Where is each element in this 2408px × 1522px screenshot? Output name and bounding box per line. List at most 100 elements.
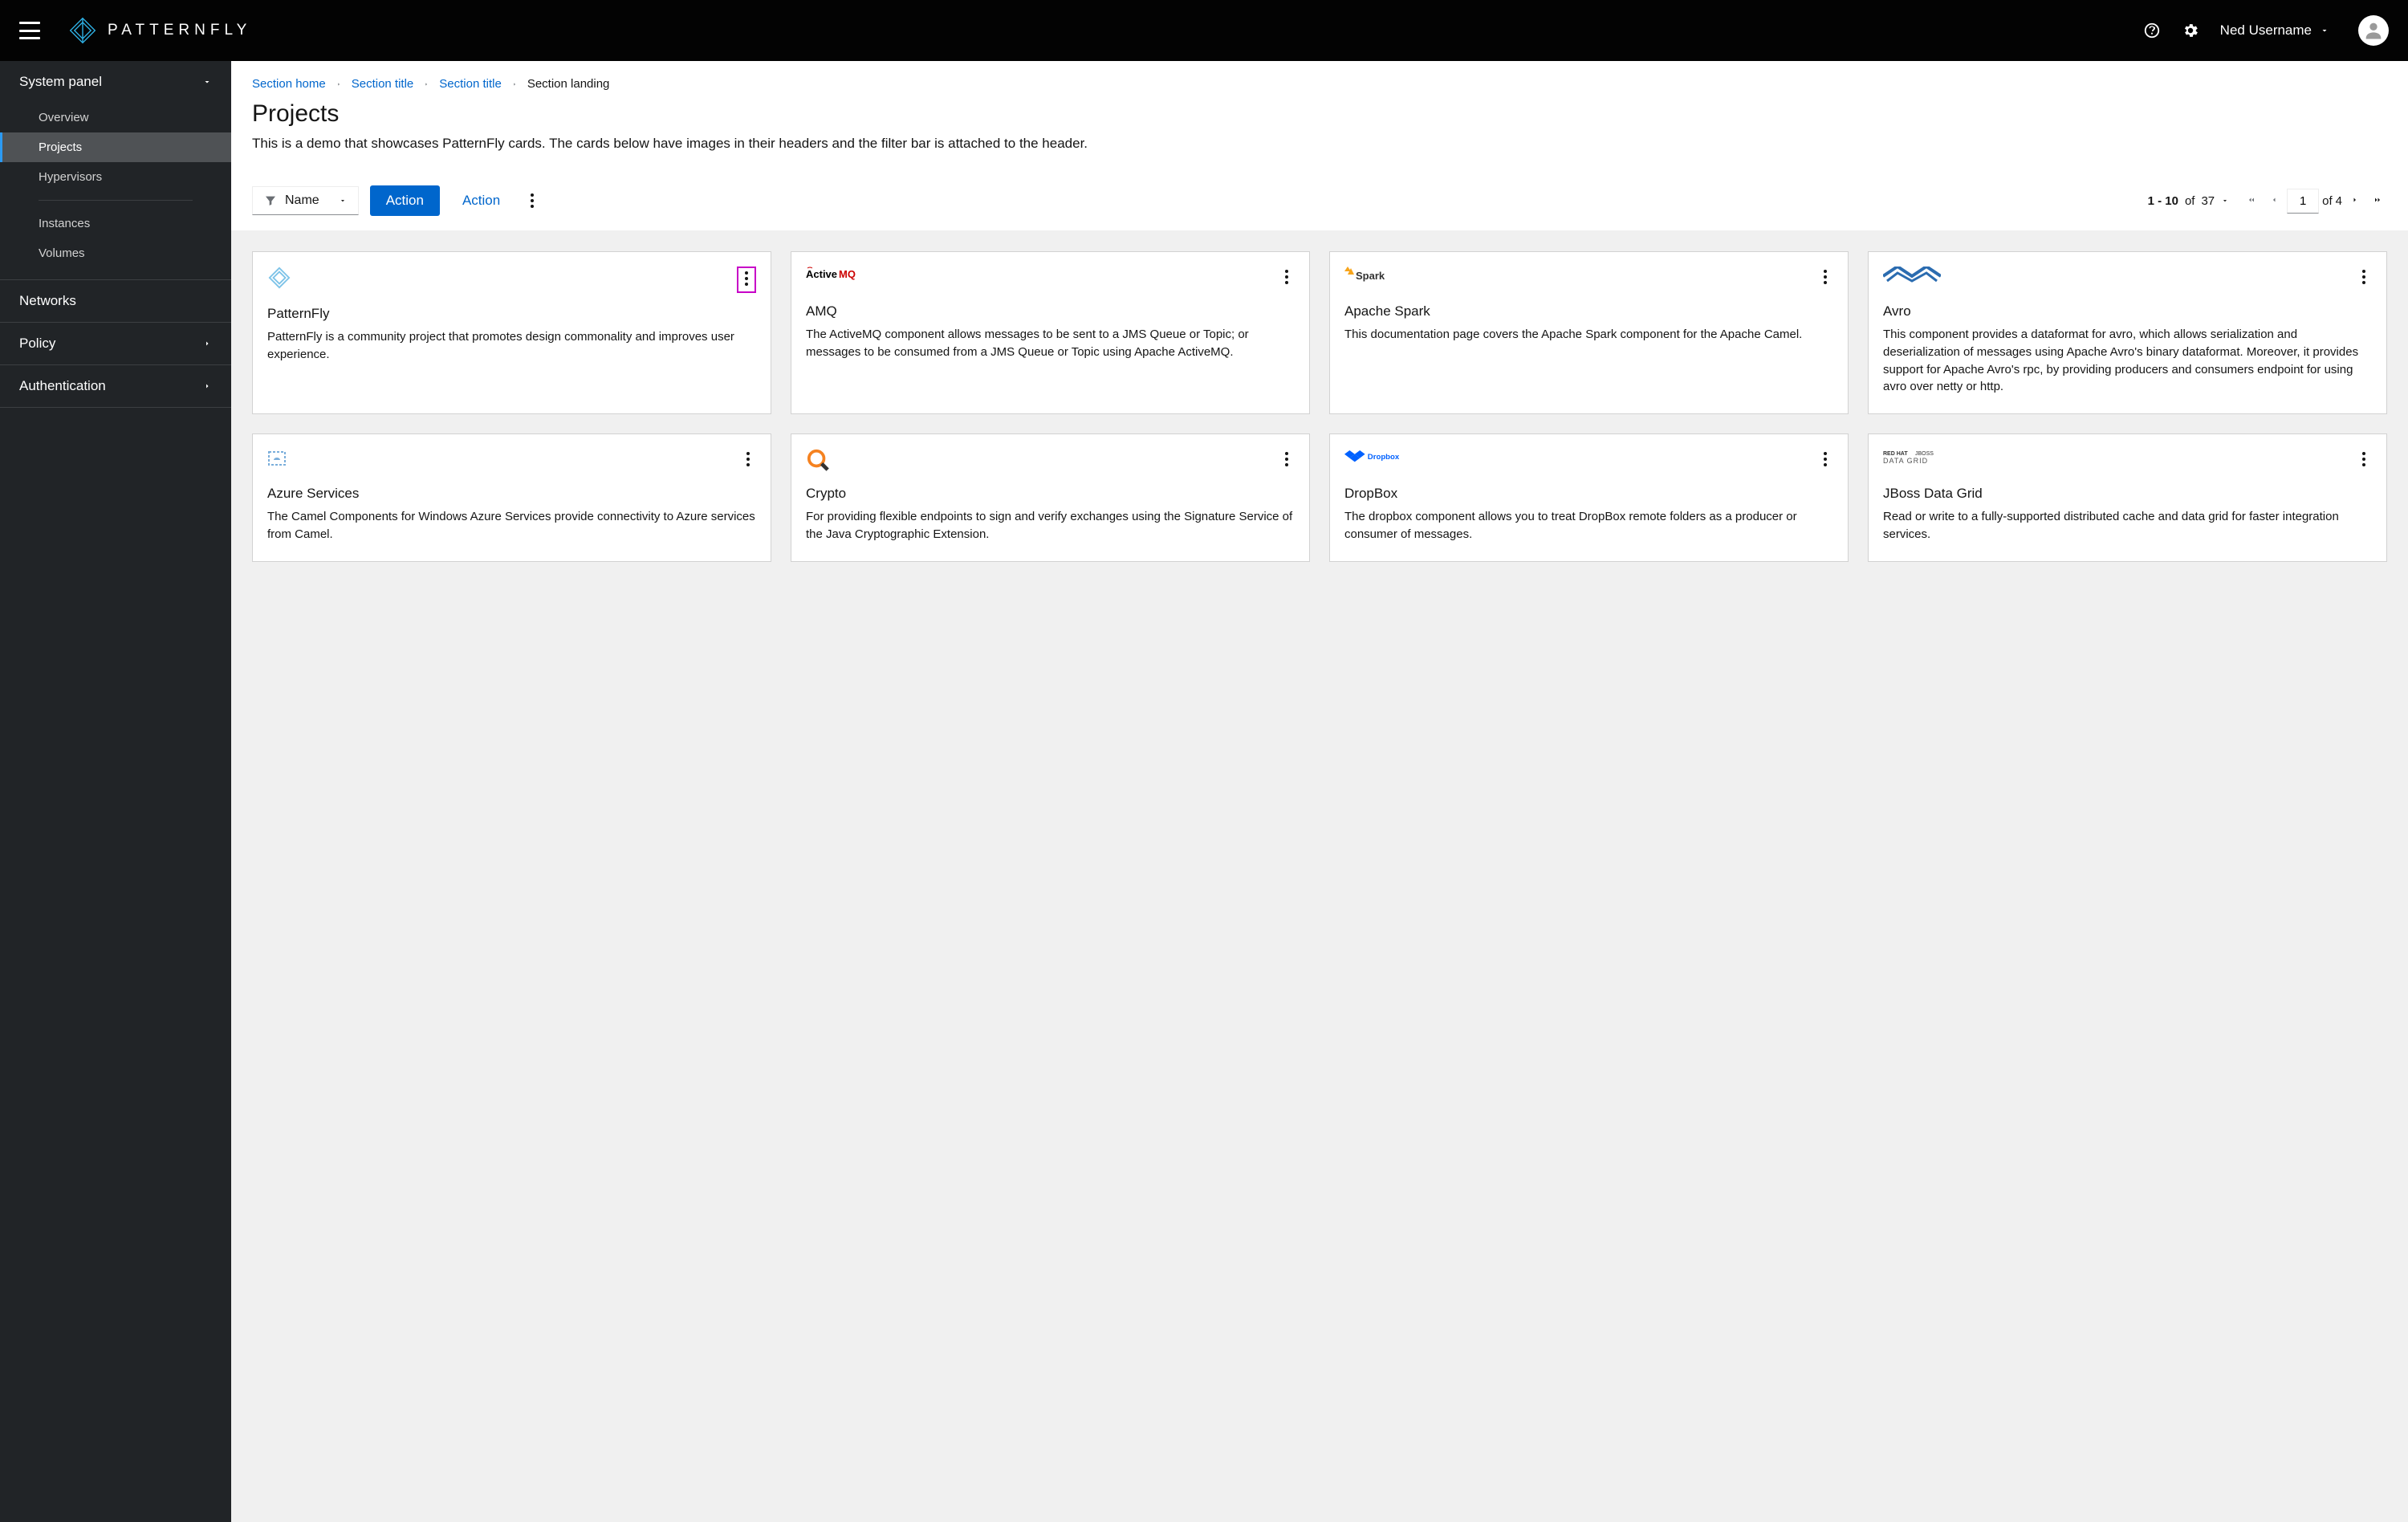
user-dropdown[interactable]: Ned Username — [2220, 22, 2329, 39]
nav-section-header-policy[interactable]: Policy — [0, 323, 231, 364]
avatar-icon — [2362, 19, 2385, 42]
pagination-next-button[interactable] — [2345, 190, 2365, 212]
breadcrumb-current: Section landing — [527, 77, 610, 91]
kebab-icon — [2362, 270, 2365, 284]
card-title: AMQ — [806, 303, 1295, 319]
card-header — [1344, 449, 1833, 473]
card[interactable]: JBoss Data Grid Read or write to a fully… — [1868, 433, 2387, 562]
card-title: Crypto — [806, 486, 1295, 502]
action-secondary-button[interactable]: Action — [451, 185, 511, 216]
breadcrumb-link[interactable]: Section title — [439, 77, 502, 91]
nav-item-label: Projects — [39, 140, 82, 154]
card[interactable]: AMQ The ActiveMQ component allows messag… — [791, 251, 1310, 414]
card-header — [267, 449, 756, 473]
card-kebab-button[interactable] — [737, 267, 756, 293]
card-header — [267, 267, 756, 293]
nav-item-label: Instances — [39, 217, 90, 230]
card-kebab-button[interactable] — [1279, 449, 1295, 472]
main-content: Section home Section title Section title… — [231, 61, 2408, 1522]
pagination-nav: of 4 — [2242, 189, 2387, 214]
card-kebab-button[interactable] — [2356, 267, 2372, 290]
card[interactable]: PatternFly PatternFly is a community pro… — [252, 251, 771, 414]
sidebar-item-projects[interactable]: Projects — [0, 132, 231, 162]
gear-icon[interactable] — [2182, 22, 2199, 39]
card[interactable]: Avro This component provides a dataforma… — [1868, 251, 2387, 414]
card-logo-icon — [267, 449, 288, 468]
brand[interactable]: PATTERNFLY — [69, 17, 251, 44]
card[interactable]: Azure Services The Camel Components for … — [252, 433, 771, 562]
card-header — [1883, 267, 2372, 291]
nav-section-header-system-panel[interactable]: System panel — [0, 61, 231, 103]
card-kebab-button[interactable] — [1817, 449, 1833, 472]
card-body: This documentation page covers the Apach… — [1344, 326, 1833, 344]
card-logo-icon — [1344, 267, 1393, 283]
caret-down-icon — [339, 197, 347, 205]
kebab-icon — [1285, 270, 1288, 284]
nav-section-header-networks[interactable]: Networks — [0, 280, 231, 322]
pagination-total-pages: 4 — [2336, 194, 2342, 208]
nav-section-networks: Networks — [0, 280, 231, 323]
card-header — [806, 267, 1295, 291]
nav-toggle-button[interactable] — [19, 22, 40, 39]
pagination-first-button[interactable] — [2242, 190, 2261, 212]
caret-down-icon — [2221, 197, 2229, 205]
page-description: This is a demo that showcases PatternFly… — [252, 136, 2387, 152]
pagination-last-button[interactable] — [2368, 190, 2387, 212]
nav-item-label: Overview — [39, 111, 89, 124]
toolbar-pagination: 1 - 10 of 37 of 4 — [2148, 189, 2387, 214]
card[interactable]: Crypto For providing flexible endpoints … — [791, 433, 1310, 562]
nav-section-system-panel: System panel Overview Projects Hyperviso… — [0, 61, 231, 280]
nav-section-policy: Policy — [0, 323, 231, 365]
pagination-page-input[interactable] — [2287, 189, 2319, 214]
card-logo-icon — [267, 267, 291, 289]
card-kebab-button[interactable] — [2356, 449, 2372, 472]
card-title: DropBox — [1344, 486, 1833, 502]
card-title: Azure Services — [267, 486, 756, 502]
card-title: Avro — [1883, 303, 2372, 319]
nav-divider — [39, 200, 193, 201]
card-kebab-button[interactable] — [1817, 267, 1833, 290]
masthead-tools: Ned Username — [2143, 15, 2389, 46]
sidebar-item-volumes[interactable]: Volumes — [0, 238, 231, 268]
action-primary-button[interactable]: Action — [370, 185, 440, 216]
pagination-range: 1 - 10 — [2148, 194, 2178, 208]
nav-section-label: System panel — [19, 74, 102, 90]
toolbar: Name Action Action 1 - 10 of 37 — [231, 171, 2408, 230]
chevron-down-icon — [202, 77, 212, 87]
card-kebab-button[interactable] — [1279, 267, 1295, 290]
sidebar-item-instances[interactable]: Instances — [0, 209, 231, 238]
pagination-options-menu[interactable]: 1 - 10 of 37 — [2148, 194, 2230, 208]
card-kebab-button[interactable] — [740, 449, 756, 472]
username: Ned Username — [2220, 22, 2312, 39]
help-icon[interactable] — [2143, 22, 2161, 39]
nav-section-header-authentication[interactable]: Authentication — [0, 365, 231, 407]
angle-right-icon — [2350, 195, 2360, 205]
toolbar-kebab-button[interactable] — [523, 187, 542, 214]
nav-section-label: Authentication — [19, 378, 106, 394]
card[interactable]: DropBox The dropbox component allows you… — [1329, 433, 1849, 562]
card-header — [806, 449, 1295, 473]
breadcrumb-separator-icon — [423, 77, 429, 91]
kebab-icon — [2362, 452, 2365, 466]
sidebar-item-hypervisors[interactable]: Hypervisors — [0, 162, 231, 192]
nav-section-label: Networks — [19, 293, 76, 309]
filter-attribute-dropdown[interactable]: Name — [252, 186, 359, 215]
breadcrumb-link[interactable]: Section home — [252, 77, 326, 91]
nav-item-label: Hypervisors — [39, 170, 102, 184]
pagination-prev-button[interactable] — [2264, 190, 2284, 212]
breadcrumb-separator-icon — [511, 77, 518, 91]
breadcrumb-separator-icon — [336, 77, 342, 91]
kebab-icon — [1824, 270, 1827, 284]
avatar[interactable] — [2358, 15, 2389, 46]
nav-section-authentication: Authentication — [0, 365, 231, 408]
card-body: Read or write to a fully-supported distr… — [1883, 508, 2372, 543]
breadcrumb-link[interactable]: Section title — [352, 77, 414, 91]
chevron-right-icon — [202, 381, 212, 391]
pagination-total: 37 — [2201, 194, 2215, 208]
sidebar-item-overview[interactable]: Overview — [0, 103, 231, 132]
card-logo-icon — [1883, 449, 1947, 465]
card-header — [1344, 267, 1833, 291]
filter-icon — [264, 194, 277, 207]
card[interactable]: Apache Spark This documentation page cov… — [1329, 251, 1849, 414]
card-body: The Camel Components for Windows Azure S… — [267, 508, 756, 543]
